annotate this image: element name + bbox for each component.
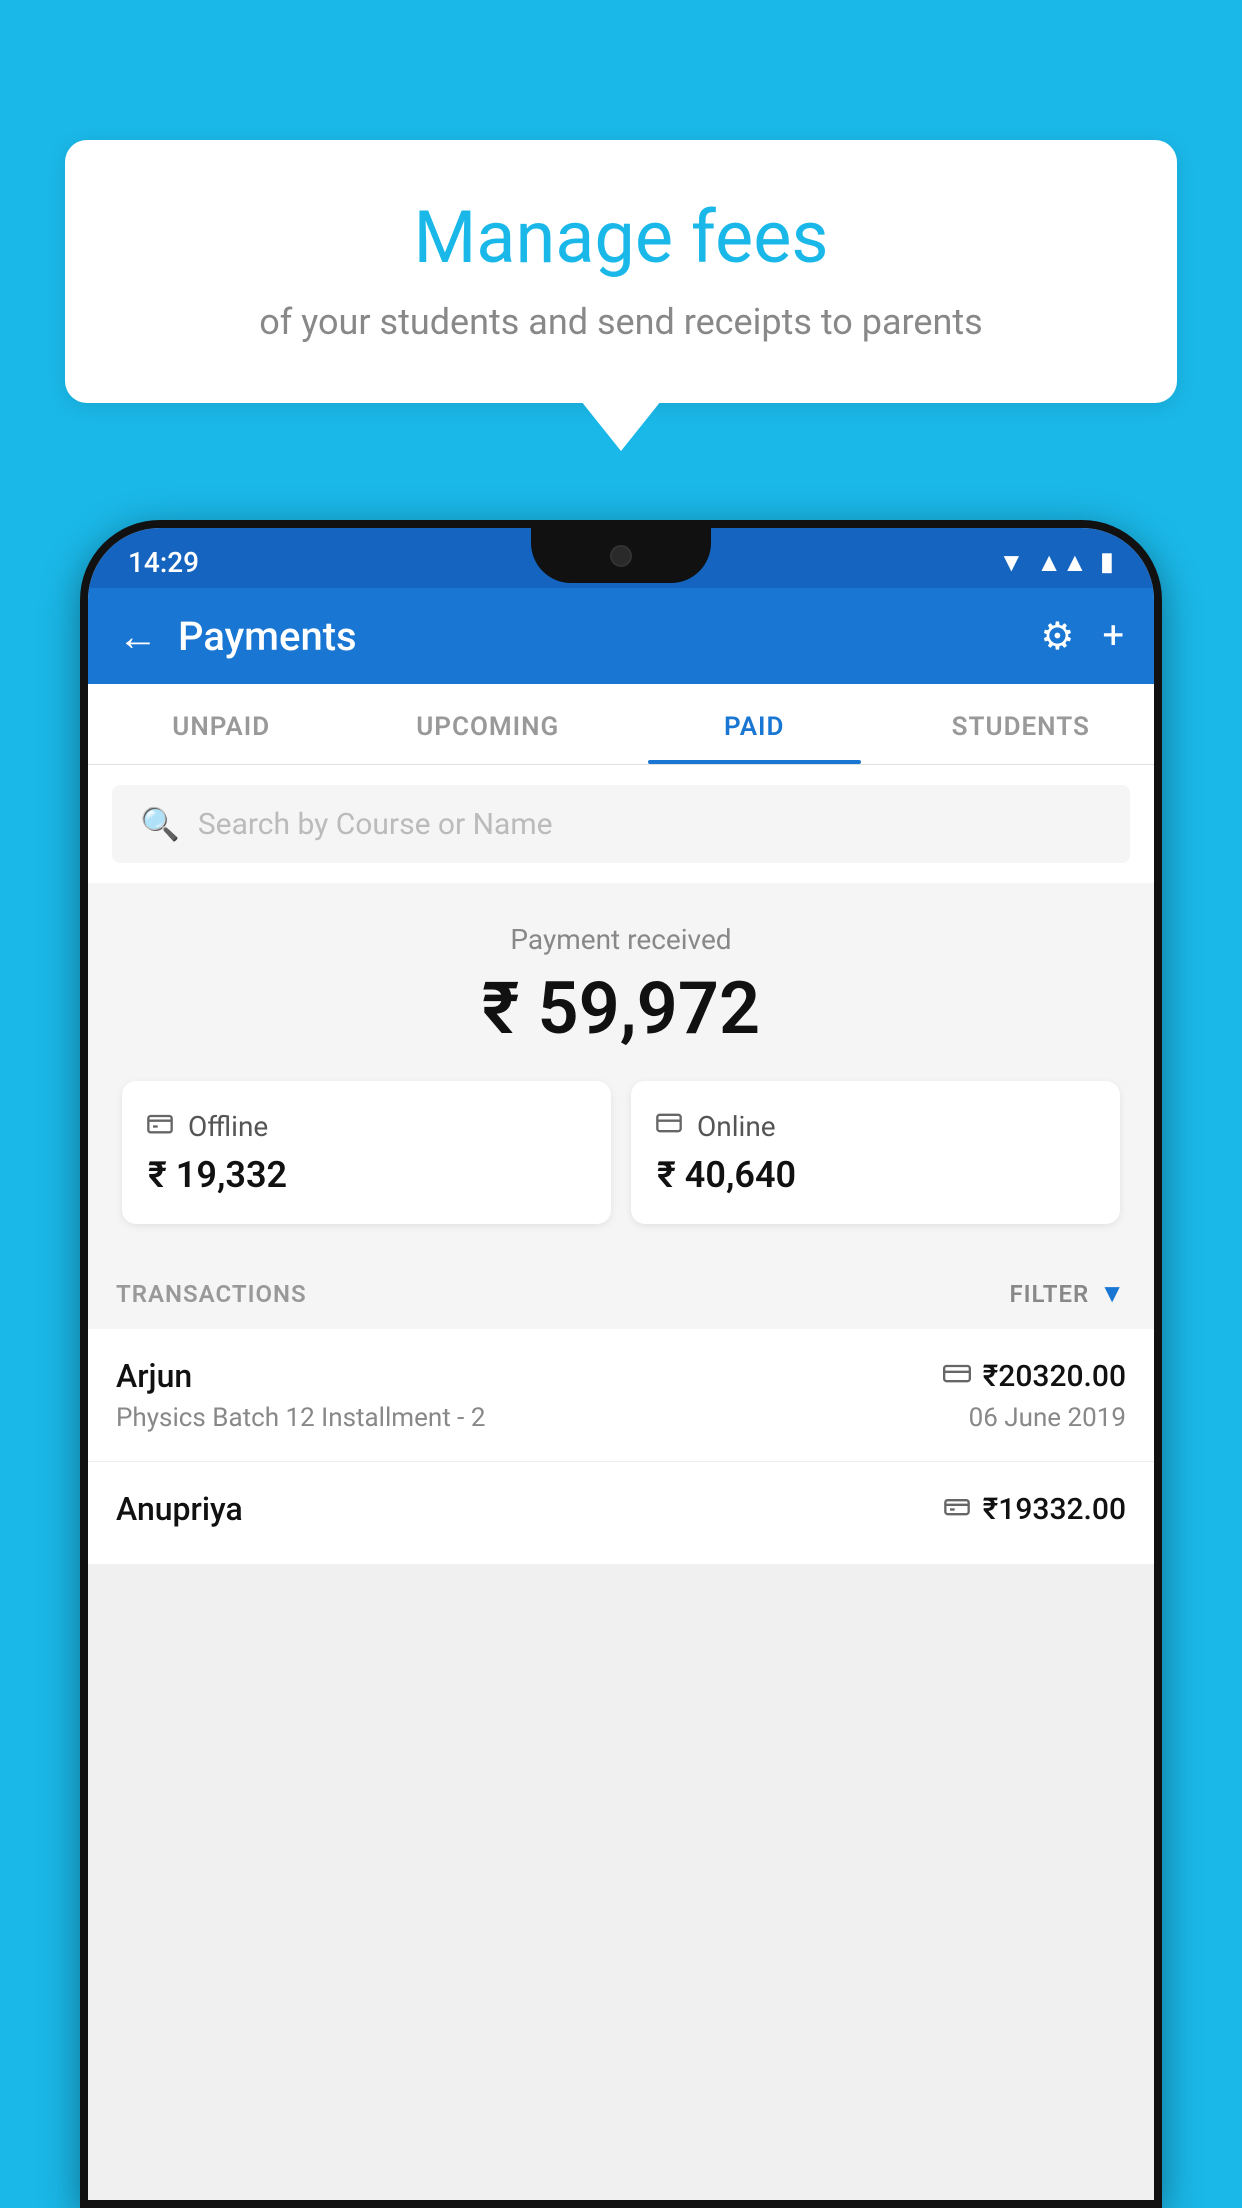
transaction-list: Arjun ₹20320.00 Physics [88, 1329, 1154, 1564]
phone-notch [531, 528, 711, 583]
transaction-row-bottom: Physics Batch 12 Installment - 2 06 June… [116, 1403, 1126, 1433]
transaction-name: Anupriya [116, 1490, 243, 1528]
online-payment-card: Online ₹ 40,640 [631, 1081, 1120, 1224]
offline-payment-card: Offline ₹ 19,332 [122, 1081, 611, 1224]
background: Manage fees of your students and send re… [0, 0, 1242, 2208]
online-icon [655, 1109, 683, 1144]
header-left: ← Payments [118, 613, 357, 660]
payment-cards: Offline ₹ 19,332 [112, 1081, 1130, 1224]
page-title: Payments [178, 613, 357, 660]
payment-summary: Payment received ₹ 59,972 [88, 883, 1154, 1254]
offline-amount: ₹ 19,332 [146, 1154, 587, 1196]
table-row[interactable]: Anupriya ₹19332.00 [88, 1462, 1154, 1564]
bubble-title: Manage fees [125, 195, 1117, 281]
add-button[interactable]: + [1102, 614, 1124, 658]
search-icon: 🔍 [140, 805, 180, 843]
search-container: 🔍 Search by Course or Name [88, 765, 1154, 883]
transaction-row-top: Arjun ₹20320.00 [116, 1357, 1126, 1395]
online-card-header: Online [655, 1109, 1096, 1144]
filter-button[interactable]: FILTER ▼ [1009, 1278, 1126, 1309]
speech-bubble-container: Manage fees of your students and send re… [65, 140, 1177, 403]
transaction-amount: ₹20320.00 [983, 1359, 1126, 1394]
transaction-amount-wrap: ₹19332.00 [943, 1492, 1126, 1527]
table-row[interactable]: Arjun ₹20320.00 Physics [88, 1329, 1154, 1462]
transactions-label: TRANSACTIONS [116, 1280, 307, 1308]
transaction-name: Arjun [116, 1357, 192, 1395]
wifi-icon: ▼ [998, 547, 1024, 578]
tabs-bar: UNPAID UPCOMING PAID STUDENTS [88, 684, 1154, 765]
transaction-row-top: Anupriya ₹19332.00 [116, 1490, 1126, 1528]
payment-total-amount: ₹ 59,972 [112, 966, 1130, 1051]
search-input[interactable]: Search by Course or Name [198, 807, 553, 842]
online-label: Online [697, 1110, 776, 1143]
transaction-amount: ₹19332.00 [983, 1492, 1126, 1527]
tab-paid[interactable]: PAID [621, 684, 888, 764]
search-box[interactable]: 🔍 Search by Course or Name [112, 785, 1130, 863]
tab-students[interactable]: STUDENTS [888, 684, 1155, 764]
speech-bubble: Manage fees of your students and send re… [65, 140, 1177, 403]
back-button[interactable]: ← [118, 613, 158, 660]
offline-label: Offline [188, 1110, 268, 1143]
filter-icon: ▼ [1099, 1278, 1126, 1309]
offline-icon [146, 1109, 174, 1144]
cash-payment-icon [943, 1495, 971, 1523]
card-payment-icon [943, 1362, 971, 1390]
transactions-header: TRANSACTIONS FILTER ▼ [88, 1254, 1154, 1329]
header-right: ⚙ + [1040, 614, 1124, 659]
transaction-date: 06 June 2019 [969, 1403, 1126, 1433]
phone-screen: 14:29 ▼ ▲▲ ▮ ← Payments ⚙ + [88, 528, 1154, 2200]
online-amount: ₹ 40,640 [655, 1154, 1096, 1196]
app-header: ← Payments ⚙ + [88, 588, 1154, 684]
transaction-detail: Physics Batch 12 Installment - 2 [116, 1403, 485, 1433]
tab-unpaid[interactable]: UNPAID [88, 684, 355, 764]
status-time: 14:29 [128, 546, 199, 579]
signal-icon: ▲▲ [1036, 547, 1087, 578]
front-camera [610, 545, 632, 567]
transaction-amount-wrap: ₹20320.00 [943, 1359, 1126, 1394]
settings-icon[interactable]: ⚙ [1040, 614, 1074, 659]
payment-received-label: Payment received [112, 923, 1130, 956]
offline-card-header: Offline [146, 1109, 587, 1144]
phone-frame: 14:29 ▼ ▲▲ ▮ ← Payments ⚙ + [80, 520, 1162, 2208]
battery-icon: ▮ [1100, 547, 1114, 577]
bubble-subtitle: of your students and send receipts to pa… [125, 301, 1117, 343]
tab-upcoming[interactable]: UPCOMING [355, 684, 622, 764]
filter-label: FILTER [1009, 1280, 1089, 1308]
status-icons: ▼ ▲▲ ▮ [998, 547, 1114, 578]
